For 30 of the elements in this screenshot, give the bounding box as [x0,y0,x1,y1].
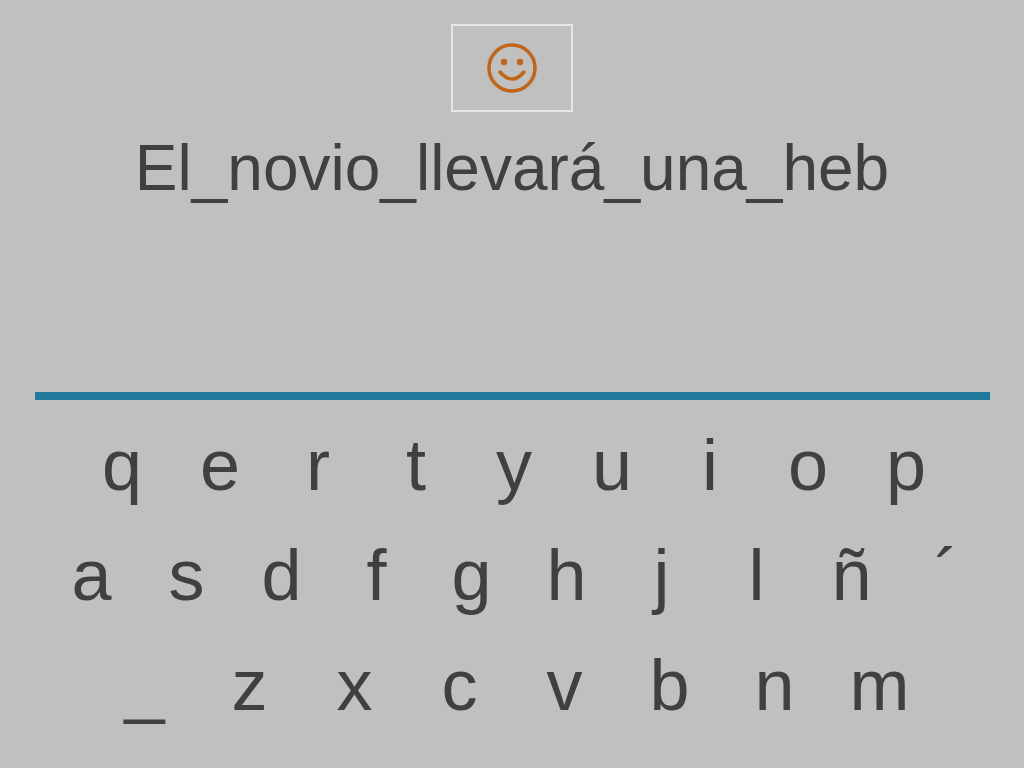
letter-key[interactable]: x [302,643,407,727]
letter-key[interactable]: v [512,643,617,727]
letter-key[interactable]: f [329,533,424,617]
letter-key[interactable]: i [661,423,759,507]
letter-key[interactable]: q [73,423,171,507]
letter-key[interactable]: e [171,423,269,507]
letter-key[interactable]: d [234,533,329,617]
letter-key[interactable]: p [857,423,955,507]
letter-key[interactable]: g [424,533,519,617]
sentence-text: El_novio_llevará_una_heb [134,132,890,204]
hint-button[interactable] [451,24,573,112]
letter-key[interactable]: ´ [899,533,994,617]
letter-key[interactable]: u [563,423,661,507]
letter-key[interactable]: n [722,643,827,727]
letter-key[interactable]: h [519,533,614,617]
letter-key[interactable]: j [614,533,709,617]
letter-key[interactable]: s [139,533,234,617]
letter-key[interactable]: c [407,643,512,727]
smiley-icon [486,42,538,94]
letter-key[interactable]: _ [92,643,197,727]
letter-key[interactable]: o [759,423,857,507]
letter-key[interactable]: a [44,533,139,617]
letter-key[interactable]: t [367,423,465,507]
letter-key[interactable]: l [709,533,804,617]
letter-key[interactable]: b [617,643,722,727]
letter-key[interactable]: m [827,643,932,727]
letter-key[interactable]: r [269,423,367,507]
letter-key[interactable]: ñ [804,533,899,617]
letter-key[interactable]: z [197,643,302,727]
letter-key[interactable]: y [465,423,563,507]
